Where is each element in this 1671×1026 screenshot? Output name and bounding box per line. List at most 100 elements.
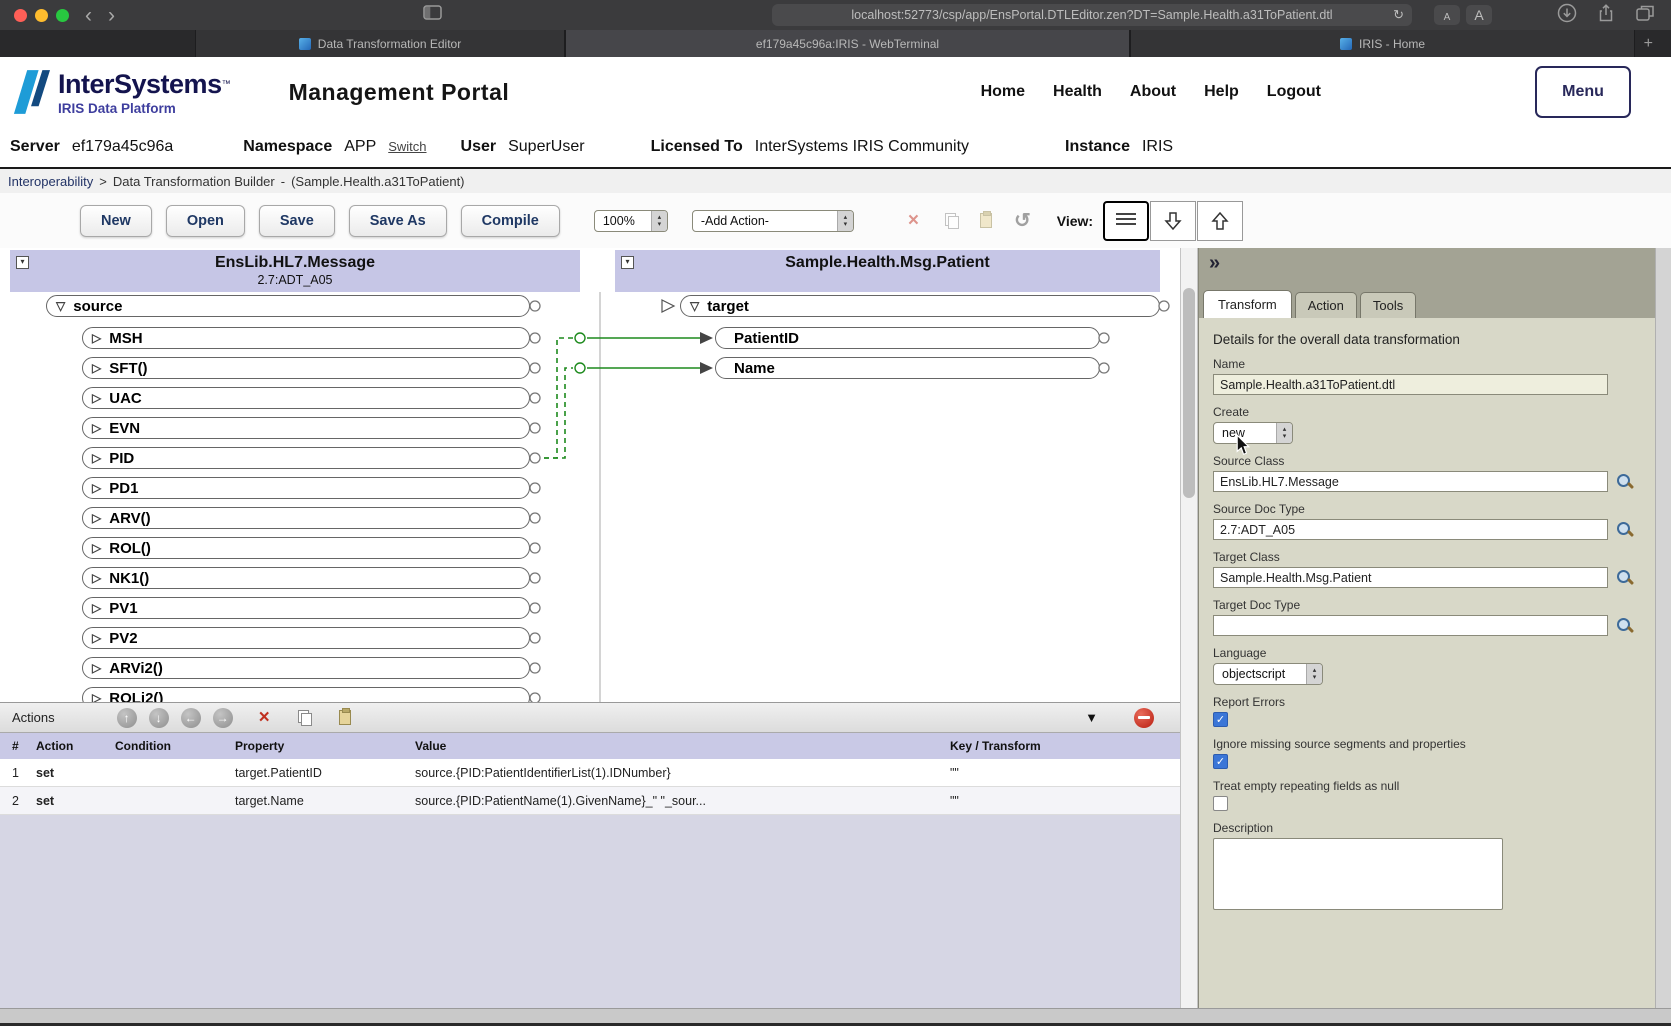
browser-tab-webterminal[interactable]: ef179a45c96a:IRIS - WebTerminal [565,30,1130,57]
zoom-select[interactable]: 100% ▴ ▾ [593,209,668,232]
copy-icon[interactable] [944,213,959,229]
copy-action-button[interactable] [297,710,312,726]
browser-tab-iris-home[interactable]: IRIS - Home [1130,30,1635,57]
source-class-field[interactable] [1213,471,1608,492]
treat-empty-checkbox[interactable] [1213,796,1228,811]
name-field[interactable] [1213,374,1608,395]
text-size-larger-button[interactable]: A [1466,5,1492,25]
ignore-missing-checkbox[interactable]: ✓ [1213,754,1228,769]
source-node-pill[interactable]: ▷ ARVi2() [82,657,530,679]
leaf-triangle-icon[interactable]: ▷ [92,692,101,702]
view-mode-down-button[interactable] [1150,200,1197,241]
tab-tools[interactable]: Tools [1359,292,1417,318]
search-icon[interactable] [1616,569,1633,586]
back-button[interactable]: ‹ [77,5,100,26]
nav-help[interactable]: Help [1204,83,1239,101]
target-node-pill[interactable]: Name [715,357,1100,379]
leaf-triangle-icon[interactable]: ▷ [92,572,101,584]
leaf-triangle-icon[interactable]: ▷ [92,632,101,644]
menu-button[interactable]: Menu [1535,66,1631,118]
search-icon[interactable] [1616,521,1633,538]
paste-icon[interactable] [979,211,992,228]
save-as-button[interactable]: Save As [348,204,447,237]
source-root-pill[interactable]: ▽ source [46,295,530,317]
search-icon[interactable] [1616,617,1633,634]
leaf-triangle-icon[interactable]: ▷ [92,602,101,614]
collapse-actions-button[interactable] [1134,707,1154,728]
report-errors-checkbox[interactable]: ✓ [1213,712,1228,727]
description-field[interactable] [1213,838,1503,910]
leaf-triangle-icon[interactable]: ▷ [92,482,101,494]
language-select[interactable]: objectscript ▴ ▾ [1213,663,1323,685]
leaf-triangle-icon[interactable]: ▷ [92,452,101,464]
source-node-pill[interactable]: ▷ PID [82,447,530,469]
leaf-triangle-icon[interactable]: ▷ [92,542,101,554]
leaf-triangle-icon[interactable]: ▷ [92,422,101,434]
nav-health[interactable]: Health [1053,83,1102,101]
diagram-scrollbar[interactable] [1180,248,1198,1008]
page-scrollbar[interactable] [1655,248,1671,1008]
delete-action-button[interactable]: × [259,708,270,727]
undo-icon[interactable]: ↺ [1014,211,1031,231]
search-icon[interactable] [1616,473,1633,490]
nav-about[interactable]: About [1130,83,1176,101]
zoom-window-button[interactable] [56,8,69,22]
leaf-triangle-icon[interactable]: ▷ [92,662,101,674]
source-node-pill[interactable]: ▷ ARV() [82,507,530,529]
open-button[interactable]: Open [165,204,245,237]
leaf-triangle-icon[interactable]: ▷ [92,392,101,404]
collapse-sidebar-icon[interactable]: » [1209,252,1220,275]
target-node-pill[interactable]: PatientID [715,327,1100,349]
leaf-triangle-icon[interactable]: ▷ [92,362,101,374]
target-root-pill[interactable]: ▽ target [680,295,1160,317]
action-row[interactable]: 1 set target.PatientID source.{PID:Patie… [0,759,1180,787]
tab-transform[interactable]: Transform [1203,290,1292,318]
new-tab-button[interactable]: + [1644,35,1653,53]
downloads-icon[interactable] [1557,3,1577,28]
compile-button[interactable]: Compile [460,204,560,237]
save-button[interactable]: Save [258,204,335,237]
actions-menu-dropdown[interactable]: ▼ [1085,710,1098,725]
source-node-pill[interactable]: ▷ UAC [82,387,530,409]
source-node-pill[interactable]: ▷ EVN [82,417,530,439]
source-node-pill[interactable]: ▷ ROLi2() [82,687,530,702]
paste-action-button[interactable] [338,708,351,725]
browser-tab-dtl-editor[interactable]: Data Transformation Editor [195,30,565,57]
collapse-source-panel[interactable]: ▾ [16,256,29,269]
create-select[interactable]: new ▴ ▾ [1213,422,1293,444]
shift-right-button[interactable]: → [212,707,233,728]
close-window-button[interactable] [14,8,27,22]
source-doc-type-field[interactable] [1213,519,1608,540]
share-icon[interactable] [1597,3,1615,28]
leaf-triangle-icon[interactable]: ▷ [92,332,101,344]
action-row[interactable]: 2 set target.Name source.{PID:PatientNam… [0,787,1180,815]
text-size-smaller-button[interactable]: A [1434,5,1460,25]
tab-action[interactable]: Action [1294,292,1357,318]
minimize-window-button[interactable] [35,8,48,22]
address-bar[interactable]: localhost:52773/csp/app/EnsPortal.DTLEdi… [772,4,1412,26]
forward-button[interactable]: › [100,5,123,26]
horizontal-scrollbar[interactable] [0,1008,1671,1023]
collapse-target-panel[interactable]: ▾ [621,256,634,269]
open-triangle-icon[interactable]: ▽ [56,300,65,312]
delete-icon[interactable]: × [908,211,919,230]
source-node-pill[interactable]: ▷ PD1 [82,477,530,499]
source-node-pill[interactable]: ▷ PV2 [82,627,530,649]
tab-overview-icon[interactable] [1635,4,1655,27]
target-doc-type-field[interactable] [1213,615,1608,636]
leaf-triangle-icon[interactable]: ▷ [92,512,101,524]
nav-home[interactable]: Home [981,83,1025,101]
open-triangle-icon[interactable]: ▽ [690,300,699,312]
target-class-field[interactable] [1213,567,1608,588]
source-node-pill[interactable]: ▷ ROL() [82,537,530,559]
switch-namespace-link[interactable]: Switch [388,139,426,154]
move-down-button[interactable]: ↓ [148,707,169,728]
add-action-select[interactable]: -Add Action- ▴ ▾ [691,209,854,232]
sidebar-toggle-icon[interactable] [423,5,442,25]
source-node-pill[interactable]: ▷ NK1() [82,567,530,589]
source-node-pill[interactable]: ▷ MSH [82,327,530,349]
scrollbar-thumb[interactable] [1183,288,1195,498]
shift-left-button[interactable]: ← [180,707,201,728]
breadcrumb-interoperability[interactable]: Interoperability [8,174,93,189]
view-mode-list-button[interactable] [1103,200,1150,241]
